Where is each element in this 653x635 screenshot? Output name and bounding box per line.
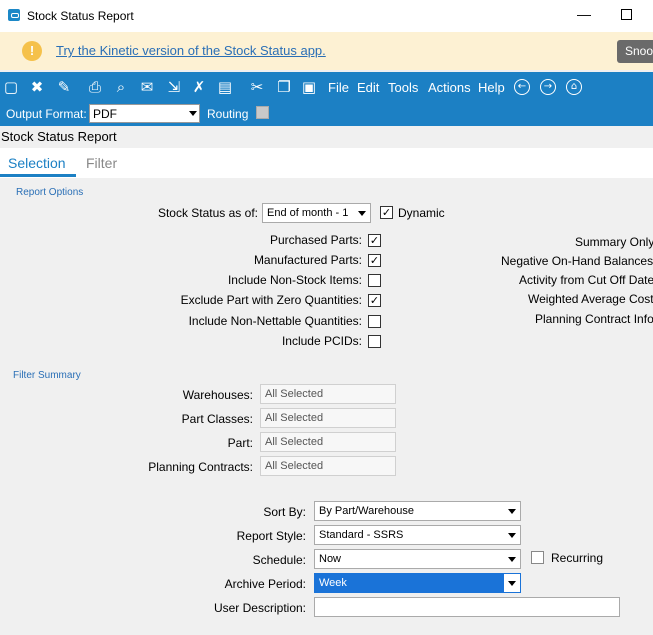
warning-icon: ! xyxy=(22,41,42,61)
pcids-checkbox[interactable] xyxy=(368,335,381,348)
schedule-value: Now xyxy=(319,553,342,565)
tab-selection[interactable]: Selection xyxy=(8,155,66,171)
manufactured-parts-label: Manufactured Parts: xyxy=(253,253,362,267)
send-icon[interactable]: ✉ xyxy=(138,78,156,96)
chevron-down-icon xyxy=(508,557,516,562)
weighted-average-label: Weighted Average Cost xyxy=(528,292,653,306)
page-title: Stock Status Report xyxy=(1,129,117,144)
app-icon xyxy=(8,9,20,21)
home-icon[interactable]: ⌂ xyxy=(566,79,582,95)
maximize-button[interactable] xyxy=(621,9,632,20)
report-style-value: Standard - SSRS xyxy=(319,529,404,541)
menu-edit[interactable]: Edit xyxy=(357,80,379,95)
cutoff-activity-label: Activity from Cut Off Date xyxy=(519,273,653,287)
recurring-checkbox[interactable] xyxy=(531,551,544,564)
non-stock-items-checkbox[interactable] xyxy=(368,274,381,287)
summary-only-label: Summary Only xyxy=(575,235,653,249)
part-classes-field: All Selected xyxy=(260,408,396,428)
archive-period-select[interactable]: Week xyxy=(314,573,521,593)
stock-status-select[interactable]: End of month - 1 xyxy=(262,203,371,223)
print-icon[interactable]: ⎙ xyxy=(86,78,104,96)
chevron-down-icon xyxy=(508,533,516,538)
negative-balances-label: Negative On-Hand Balances xyxy=(501,254,653,268)
output-format-label: Output Format: xyxy=(6,107,87,121)
snooze-button[interactable]: Snoo xyxy=(617,40,653,63)
routing-checkbox[interactable] xyxy=(256,106,269,119)
chevron-down-icon xyxy=(358,211,366,216)
chevron-down-icon xyxy=(189,111,197,116)
report-style-label: Report Style: xyxy=(236,529,306,543)
menu-tools[interactable]: Tools xyxy=(388,80,418,95)
pcids-label: Include PCIDs: xyxy=(281,334,362,348)
purchased-parts-label: Purchased Parts: xyxy=(269,233,362,247)
attach-icon[interactable]: ⇲ xyxy=(165,78,183,96)
part-classes-label: Part Classes: xyxy=(181,412,253,426)
sort-by-label: Sort By: xyxy=(263,505,306,519)
chevron-down-icon xyxy=(508,509,516,514)
routing-label: Routing xyxy=(207,107,249,121)
zero-quantities-label: Exclude Part with Zero Quantities: xyxy=(180,293,362,307)
filter-summary-heading: Filter Summary xyxy=(13,370,81,381)
menu-file[interactable]: File xyxy=(328,80,349,95)
report-options-heading: Report Options xyxy=(16,187,84,198)
paste-icon[interactable]: ▣ xyxy=(300,78,318,96)
manufactured-parts-checkbox[interactable]: ✓ xyxy=(368,254,381,267)
minimize-button[interactable]: — xyxy=(574,6,594,26)
non-nettable-label: Include Non-Nettable Quantities: xyxy=(188,314,362,328)
back-icon[interactable]: ← xyxy=(514,79,530,95)
warehouses-field: All Selected xyxy=(260,384,396,404)
user-description-label: User Description: xyxy=(213,601,306,615)
non-nettable-checkbox[interactable] xyxy=(368,315,381,328)
non-stock-items-label: Include Non-Stock Items: xyxy=(227,273,362,287)
dynamic-checkbox[interactable]: ✓ xyxy=(380,206,393,219)
archive-period-label: Archive Period: xyxy=(224,577,306,591)
close-icon[interactable]: ✖ xyxy=(28,78,46,96)
planning-contract-label: Planning Contract Info xyxy=(535,312,653,326)
recurring-label: Recurring xyxy=(551,551,604,565)
forward-icon[interactable]: → xyxy=(540,79,556,95)
zero-quantities-checkbox[interactable]: ✓ xyxy=(368,294,381,307)
menu-help[interactable]: Help xyxy=(478,80,505,95)
planning-contracts-label: Planning Contracts: xyxy=(148,460,253,474)
print-preview-icon[interactable]: ⌕ xyxy=(112,78,130,96)
cut-icon[interactable]: ✂ xyxy=(248,78,266,96)
window-title: Stock Status Report xyxy=(27,9,134,23)
chevron-down-icon xyxy=(508,581,516,586)
report-style-select[interactable]: Standard - SSRS xyxy=(314,525,521,545)
part-label: Part: xyxy=(227,436,253,450)
dynamic-label: Dynamic xyxy=(398,206,445,220)
part-field: All Selected xyxy=(260,432,396,452)
menu-actions[interactable]: Actions xyxy=(428,80,471,95)
user-description-input[interactable] xyxy=(314,597,620,617)
right-options-panel: Summary Only Negative On-Hand Balances A… xyxy=(440,226,653,336)
tab-filter[interactable]: Filter xyxy=(86,155,117,171)
window-icon[interactable]: ▤ xyxy=(216,78,234,96)
clear-icon[interactable]: ✎ xyxy=(55,78,73,96)
output-format-value: PDF xyxy=(93,107,117,121)
tools-icon[interactable]: ✗ xyxy=(190,78,208,96)
schedule-select[interactable]: Now xyxy=(314,549,521,569)
planning-contracts-field: All Selected xyxy=(260,456,396,476)
stock-status-label: Stock Status as of: xyxy=(157,206,258,220)
warehouses-label: Warehouses: xyxy=(182,388,253,402)
archive-period-value: Week xyxy=(319,577,347,589)
sort-by-value: By Part/Warehouse xyxy=(319,505,414,517)
purchased-parts-checkbox[interactable]: ✓ xyxy=(368,234,381,247)
stock-status-value: End of month - 1 xyxy=(267,207,349,219)
copy-icon[interactable]: ❐ xyxy=(275,78,293,96)
sort-by-select[interactable]: By Part/Warehouse xyxy=(314,501,521,521)
active-tab-indicator xyxy=(0,174,76,177)
schedule-label: Schedule: xyxy=(252,553,306,567)
new-icon[interactable]: ▢ xyxy=(2,78,20,96)
kinetic-link[interactable]: Try the Kinetic version of the Stock Sta… xyxy=(56,43,326,58)
